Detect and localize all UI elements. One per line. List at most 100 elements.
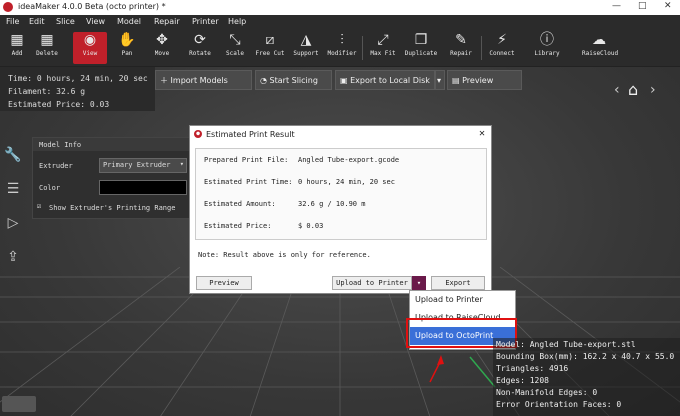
menu-repair[interactable]: Repair: [154, 17, 180, 26]
preview-icon: ▤: [452, 76, 463, 85]
app-logo-icon: ●: [194, 130, 202, 138]
list-icon[interactable]: ☰: [4, 180, 22, 198]
result-row: Estimated Price: $ 0.03: [204, 222, 324, 230]
action-bar: ＋ Import Models ◔ Start Slicing ▣ Export…: [155, 70, 530, 92]
stat-model: Model: Angled Tube-export.stl: [496, 340, 636, 349]
stat-orientation: Error Orientation Faces: 0: [496, 400, 622, 409]
title-bar: ideaMaker 4.0.0 Beta (octo printer) * — …: [0, 0, 680, 15]
view-navigation: ‹ ⌂ ›: [614, 80, 660, 104]
hand-icon: ✋: [118, 32, 136, 48]
free-cut-button[interactable]: ⧄ Free Cut: [253, 32, 287, 64]
result-row: Estimated Amount: 32.6 g / 10.90 m: [204, 200, 366, 208]
upload-to-printer-button[interactable]: Upload to Printer: [332, 276, 412, 290]
menu-item-upload-printer[interactable]: Upload to Printer: [410, 291, 515, 309]
export-local-disk-button[interactable]: ▣ Export to Local Disk: [335, 70, 435, 90]
app-logo-icon: [3, 2, 13, 12]
result-row: Estimated Print Time: 0 hours, 24 min, 20…: [204, 178, 395, 186]
estimated-print-result-dialog: ● Estimated Print Result ✕ Prepared Prin…: [189, 125, 492, 294]
reference-note: Note: Result above is only for reference…: [198, 251, 371, 259]
menu-model[interactable]: Model: [117, 17, 141, 26]
close-icon[interactable]: ✕: [664, 1, 672, 11]
extruder-select[interactable]: Primary Extruder ▾: [99, 158, 187, 173]
checkbox-checked-icon[interactable]: ☑: [37, 202, 41, 210]
chevron-down-icon: ▾: [416, 279, 422, 287]
menu-help[interactable]: Help: [228, 17, 246, 26]
library-button[interactable]: ⓘ Library: [530, 32, 564, 64]
toolbar-divider: [481, 36, 482, 60]
support-icon: ◮: [300, 32, 312, 48]
maximize-icon[interactable]: □: [638, 1, 647, 11]
eye-icon: ◉: [83, 32, 97, 48]
toolbar-divider: [362, 36, 363, 60]
support-button[interactable]: ◮ Support: [289, 32, 323, 64]
rotate-button[interactable]: ⟳ Rotate: [183, 32, 217, 64]
upload-icon[interactable]: ⇪: [4, 248, 22, 266]
model-info-panel: Model Info Extruder Primary Extruder ▾ C…: [32, 137, 192, 219]
plus-icon: ＋: [160, 76, 171, 85]
estimate-filament: Filament: 32.6 g: [8, 87, 86, 96]
view-button[interactable]: ◉ View: [73, 32, 107, 64]
repair-button[interactable]: ✎ Repair: [444, 32, 478, 64]
chevron-down-icon: ▾: [179, 160, 184, 168]
close-icon[interactable]: ✕: [479, 128, 485, 139]
preview-button[interactable]: ▤ Preview: [447, 70, 522, 90]
estimate-panel: Time: 0 hours, 24 min, 20 sec Filament: …: [0, 67, 155, 111]
main-toolbar: ▦ Add ▦ Delete ◉ View ✋ Pan ✥ Move ⟳ Rotate ⤡ S…: [0, 30, 680, 67]
show-range-label: Show Extruder's Printing Range: [49, 204, 176, 212]
stat-nonmanifold: Non-Manifold Edges: 0: [496, 388, 598, 397]
model-stats-panel: Model: Angled Tube-export.stl Bounding B…: [493, 338, 680, 416]
import-models-button[interactable]: ＋ Import Models: [155, 70, 252, 90]
estimate-price: Estimated Price: 0.03: [8, 100, 110, 109]
color-label: Color: [39, 184, 61, 192]
stat-bbox: Bounding Box(mm): 162.2 x 40.7 x 55.0: [496, 352, 675, 361]
menu-edit[interactable]: Edit: [29, 17, 45, 26]
slice-icon: ◔: [260, 76, 270, 85]
color-swatch[interactable]: [99, 180, 187, 195]
keyboard-icon[interactable]: [2, 396, 36, 412]
export-dropdown-arrow[interactable]: ▾: [435, 70, 445, 90]
move-button[interactable]: ✥ Move: [145, 32, 179, 64]
model-info-header: Model Info: [33, 138, 191, 151]
menu-view[interactable]: View: [86, 17, 105, 26]
modifier-icon: ⫶: [340, 32, 344, 48]
connect-icon: ⚡: [497, 32, 507, 48]
chevron-left-icon[interactable]: ‹: [614, 82, 620, 98]
export-button[interactable]: Export: [431, 276, 485, 290]
window-title: ideaMaker 4.0.0 Beta (octo printer) *: [18, 2, 166, 11]
max-fit-button[interactable]: ⤢ Max Fit: [366, 32, 400, 64]
result-row: Prepared Print File: Angled Tube-export.g…: [204, 156, 400, 164]
play-icon[interactable]: ▷: [4, 214, 22, 232]
dialog-title: Estimated Print Result: [206, 130, 295, 139]
wrench-icon[interactable]: 🔧: [4, 146, 22, 164]
chevron-right-icon[interactable]: ›: [650, 82, 656, 98]
delete-button[interactable]: ▦ Delete: [30, 32, 64, 64]
stat-triangles: Triangles: 4916: [496, 364, 569, 373]
preview-button[interactable]: Preview: [196, 276, 252, 290]
max-fit-icon: ⤢: [377, 32, 389, 48]
pan-button[interactable]: ✋ Pan: [110, 32, 144, 64]
start-slicing-button[interactable]: ◔ Start Slicing: [255, 70, 332, 90]
library-icon: ⓘ: [540, 32, 554, 48]
minimize-icon[interactable]: —: [612, 1, 621, 11]
raisecloud-button[interactable]: ☁ RaiseCloud: [582, 32, 618, 64]
duplicate-button[interactable]: ❐ Duplicate: [404, 32, 438, 64]
delete-icon: ▦: [40, 32, 54, 48]
home-icon[interactable]: ⌂: [628, 80, 638, 99]
result-table: Prepared Print File: Angled Tube-export.g…: [195, 148, 487, 240]
move-icon: ✥: [156, 32, 168, 48]
scale-icon: ⤡: [229, 32, 241, 48]
scale-button[interactable]: ⤡ Scale: [218, 32, 252, 64]
cloud-icon: ☁: [592, 32, 606, 48]
connect-button[interactable]: ⚡ Connect: [485, 32, 519, 64]
estimate-time: Time: 0 hours, 24 min, 20 sec: [8, 74, 148, 83]
menu-printer[interactable]: Printer: [192, 17, 219, 26]
upload-dropdown-arrow[interactable]: ▾: [412, 276, 426, 290]
rotate-icon: ⟳: [194, 32, 206, 48]
add-button[interactable]: ▦ Add: [0, 32, 34, 64]
extruder-label: Extruder: [39, 162, 73, 170]
cut-icon: ⧄: [265, 32, 275, 48]
modifier-button[interactable]: ⫶ Modifier: [325, 32, 359, 64]
menu-slice[interactable]: Slice: [56, 17, 75, 26]
menu-file[interactable]: File: [6, 17, 19, 26]
chevron-down-icon: ▾: [437, 76, 442, 85]
